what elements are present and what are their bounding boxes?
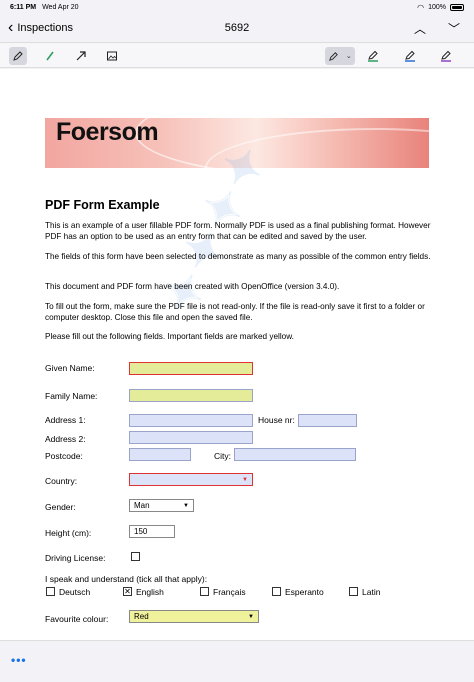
height-field[interactable]: 150 bbox=[129, 525, 175, 538]
family-name-field[interactable] bbox=[129, 389, 253, 402]
dropdown-arrow-icon: ▼ bbox=[183, 502, 189, 509]
driving-license-label: Driving License: bbox=[45, 553, 106, 563]
driving-license-checkbox[interactable] bbox=[131, 552, 140, 561]
status-bar: 6:11 PM Wed Apr 20 ◠ 100% bbox=[0, 0, 474, 14]
pen-blue-icon bbox=[405, 50, 415, 62]
favourite-colour-label: Favourite colour: bbox=[45, 614, 109, 624]
deutsch-label: Deutsch bbox=[59, 587, 91, 597]
city-field[interactable] bbox=[234, 448, 356, 461]
chevron-down-icon[interactable]: ﹀ bbox=[448, 20, 460, 37]
gender-dropdown[interactable]: Man ▼ bbox=[129, 499, 194, 512]
arrow-icon bbox=[76, 51, 86, 61]
battery-icon bbox=[450, 3, 464, 11]
pen-purple-button[interactable] bbox=[437, 47, 455, 65]
battery-label: 100% bbox=[428, 3, 446, 11]
paragraph-fill: Please fill out the following fields. Im… bbox=[45, 332, 294, 341]
address2-field[interactable] bbox=[129, 431, 253, 444]
francais-label: Français bbox=[213, 587, 246, 597]
paragraph-intro: This is an example of a user fillable PD… bbox=[45, 221, 431, 241]
pen-purple-icon bbox=[441, 50, 451, 62]
highlighter-icon bbox=[46, 51, 54, 61]
house-nr-label: House nr: bbox=[258, 415, 295, 425]
given-name-field[interactable] bbox=[129, 362, 253, 375]
pen-blue-button[interactable] bbox=[401, 47, 419, 65]
pen-color-dropdown[interactable]: ⌄ bbox=[325, 47, 355, 65]
country-label: Country: bbox=[45, 476, 78, 486]
francais-checkbox[interactable] bbox=[200, 587, 209, 596]
image-tool-button[interactable] bbox=[103, 47, 121, 65]
image-icon bbox=[107, 51, 117, 61]
city-label: City: bbox=[214, 451, 231, 461]
dropdown-arrow-icon: ▼ bbox=[248, 613, 254, 620]
document-viewer[interactable]: Foersom ✦✦✦✦ PDF Form Example This is an… bbox=[0, 69, 474, 640]
annotation-toolbar: ⌄ bbox=[0, 42, 474, 68]
dropdown-arrow-icon: ▼ bbox=[242, 476, 248, 483]
esperanto-checkbox[interactable] bbox=[272, 587, 281, 596]
paragraph-openoffice: This document and PDF form have been cre… bbox=[45, 282, 340, 291]
paragraph-fields: The fields of this form have been select… bbox=[45, 252, 431, 261]
favourite-colour-value: Red bbox=[134, 612, 149, 621]
pencil-tool-button[interactable] bbox=[9, 47, 27, 65]
pen-icon bbox=[329, 51, 339, 61]
chevron-left-icon: ‹ bbox=[8, 19, 14, 36]
pencil-icon bbox=[13, 51, 23, 61]
banner-logo: Foersom bbox=[56, 118, 159, 146]
address2-label: Address 2: bbox=[45, 434, 86, 444]
wifi-icon: ◠ bbox=[417, 2, 425, 12]
nav-arrows: ︿ ﹀ bbox=[414, 20, 460, 37]
nav-bar: ‹ Inspections 5692 ︿ ﹀ bbox=[0, 14, 474, 42]
house-nr-field[interactable] bbox=[298, 414, 357, 427]
more-icon[interactable]: ••• bbox=[11, 653, 27, 667]
address1-field[interactable] bbox=[129, 414, 253, 427]
gender-label: Gender: bbox=[45, 502, 76, 512]
favourite-colour-dropdown[interactable]: Red ▼ bbox=[129, 610, 259, 623]
postcode-field[interactable] bbox=[129, 448, 191, 461]
arrow-tool-button[interactable] bbox=[72, 47, 90, 65]
country-dropdown[interactable]: ▼ bbox=[129, 473, 253, 486]
status-time: 6:11 PM bbox=[10, 3, 37, 11]
status-right: ◠ 100% bbox=[417, 3, 464, 12]
pdf-page: Foersom ✦✦✦✦ PDF Form Example This is an… bbox=[0, 69, 474, 640]
back-label: Inspections bbox=[17, 22, 73, 34]
family-name-label: Family Name: bbox=[45, 391, 98, 401]
height-label: Height (cm): bbox=[45, 528, 92, 538]
paragraph-instructions: To fill out the form, make sure the PDF … bbox=[45, 302, 425, 322]
english-label: English bbox=[136, 587, 164, 597]
pen-green-icon bbox=[368, 50, 378, 62]
bottom-bar: ••• bbox=[0, 640, 474, 682]
deutsch-checkbox[interactable] bbox=[46, 587, 55, 596]
highlighter-tool-button[interactable] bbox=[41, 47, 59, 65]
latin-label: Latin bbox=[362, 587, 381, 597]
address1-label: Address 1: bbox=[45, 415, 86, 425]
page-title: PDF Form Example bbox=[45, 198, 160, 212]
english-checkbox[interactable]: ✕ bbox=[123, 587, 132, 596]
gender-value: Man bbox=[134, 501, 150, 510]
postcode-label: Postcode: bbox=[45, 451, 83, 461]
chevron-down-icon: ⌄ bbox=[345, 53, 352, 60]
app-window: 6:11 PM Wed Apr 20 ◠ 100% ‹ Inspections … bbox=[0, 0, 474, 682]
esperanto-label: Esperanto bbox=[285, 587, 324, 597]
chevron-up-icon[interactable]: ︿ bbox=[414, 20, 426, 37]
status-date: Wed Apr 20 bbox=[42, 3, 79, 11]
languages-label: I speak and understand (tick all that ap… bbox=[45, 574, 208, 584]
back-button[interactable]: ‹ Inspections bbox=[8, 20, 73, 36]
given-name-label: Given Name: bbox=[45, 363, 95, 373]
pen-green-button[interactable] bbox=[364, 47, 382, 65]
latin-checkbox[interactable] bbox=[349, 587, 358, 596]
